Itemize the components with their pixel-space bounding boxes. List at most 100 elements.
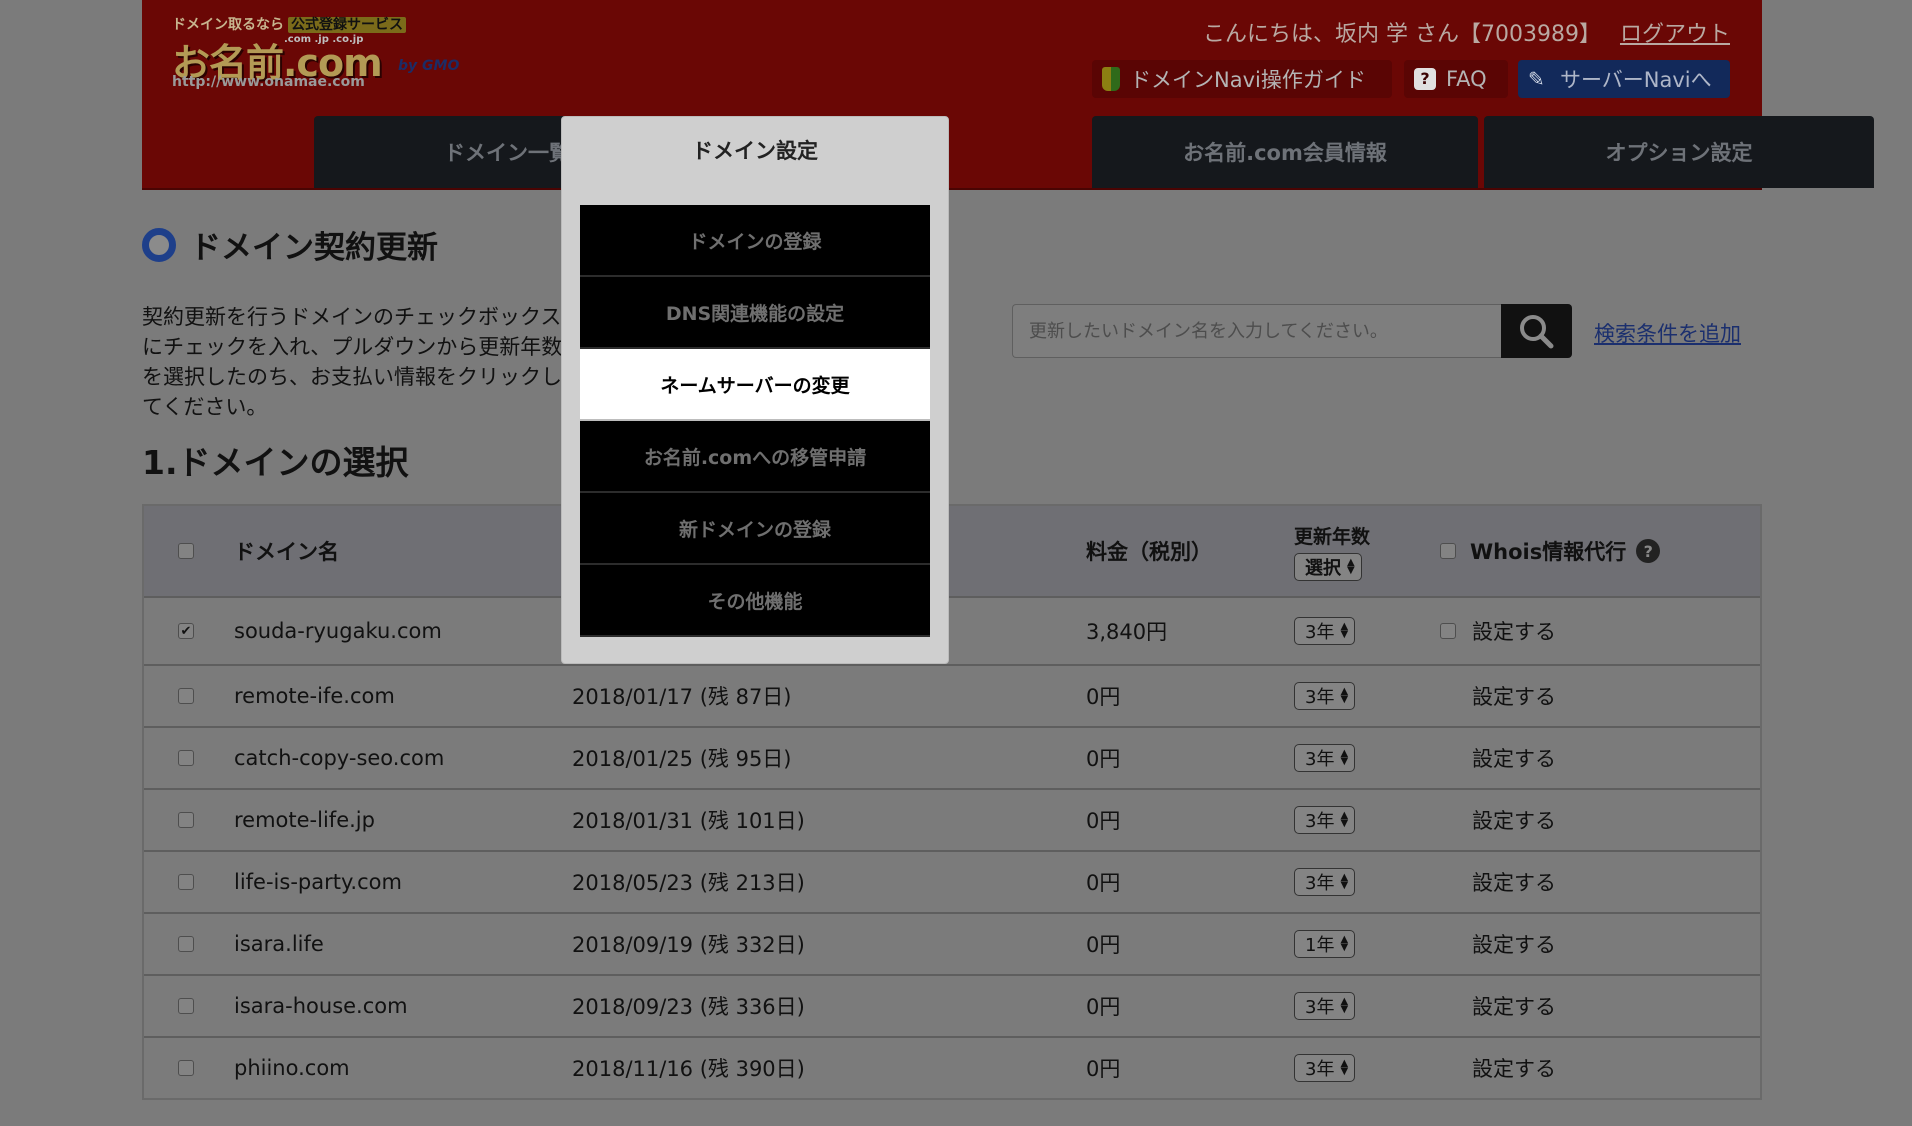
fee-amount: 0円 — [1086, 685, 1121, 709]
domain-search-input[interactable] — [1012, 304, 1501, 358]
fee-amount: 3,840円 — [1086, 620, 1168, 644]
whois-setting[interactable]: 設定する — [1472, 1038, 1556, 1098]
row-checkbox[interactable] — [178, 812, 194, 828]
menu-item-other-functions[interactable]: その他機能 — [580, 565, 930, 637]
years-select[interactable]: 3年 ▲ ▼ — [1294, 806, 1356, 834]
tab-member-info[interactable]: お名前.com会員情報 — [1092, 116, 1478, 188]
table-body: ✔ souda-ryugaku.com 3,840円 3年 ▲ ▼ 設定する remote-i… — [144, 598, 1760, 1098]
row-select-cell — [178, 666, 194, 726]
whois-setting[interactable]: 設定する — [1472, 598, 1556, 664]
years-select-all-value: 選択 — [1305, 557, 1341, 579]
domain-name: remote-life.jp — [234, 808, 375, 832]
menu-item-domain-register[interactable]: ドメインの登録 — [580, 205, 930, 277]
page: ドメイン取るなら 公式登録サービス お名前.com .com .jp .co.jp… — [0, 0, 1912, 1126]
whois-all-checkbox[interactable] — [1440, 543, 1456, 559]
table-header: ドメイン名 料金（税別） 更新年数 選択 ▲ ▼ Whois情報代行 ? — [144, 506, 1760, 598]
years-value: 3年 — [1305, 873, 1335, 894]
years-select[interactable]: 3年 ▲ ▼ — [1294, 744, 1356, 772]
select-arrows-icon: ▲ ▼ — [1340, 872, 1349, 891]
column-years-label: 更新年数 — [1294, 525, 1371, 548]
expiry-date: 2018/01/17 (残 87日) — [572, 685, 792, 709]
whois-setting[interactable]: 設定する — [1472, 790, 1556, 850]
whois-setting[interactable]: 設定する — [1472, 852, 1556, 912]
onamae-logo[interactable]: ドメイン取るなら 公式登録サービス お名前.com .com .jp .co.jp… — [172, 14, 472, 90]
years-select[interactable]: 3年 ▲ ▼ — [1294, 682, 1356, 710]
server-navi-button[interactable]: ✎ サーバーNaviへ — [1518, 60, 1730, 98]
fee-amount: 0円 — [1086, 871, 1121, 895]
years-cell: 3年 ▲ ▼ — [1294, 728, 1356, 788]
whois-setting[interactable]: 設定する — [1472, 666, 1556, 726]
row-select-cell: ✔ — [178, 598, 194, 664]
radio-bullet-icon — [142, 227, 176, 262]
years-cell: 3年 ▲ ▼ — [1294, 790, 1356, 850]
table-row: life-is-party.com 2018/05/23 (残 213日) 0円 3年… — [144, 852, 1760, 914]
years-select-all[interactable]: 選択 ▲ ▼ — [1294, 552, 1362, 581]
menu-item-new-domain[interactable]: 新ドメインの登録 — [580, 493, 930, 565]
expiry-date: 2018/05/23 (残 213日) — [572, 871, 805, 895]
menu-item-nameserver-change[interactable]: ネームサーバーの変更 — [580, 349, 930, 421]
domain-name: phiino.com — [234, 1056, 350, 1080]
table-row: remote-ife.com 2018/01/17 (残 87日) 0円 3年 ▲ ▼ 設定… — [144, 666, 1760, 728]
whois-checkbox-cell — [1440, 598, 1456, 664]
logout-link[interactable]: ログアウト — [1620, 22, 1730, 47]
menu-item-dns-settings[interactable]: DNS関連機能の設定 — [580, 277, 930, 349]
years-select[interactable]: 3年 ▲ ▼ — [1294, 992, 1356, 1020]
tab-domain-settings-label: ドメイン設定 — [692, 139, 818, 163]
years-select[interactable]: 1年 ▲ ▼ — [1294, 930, 1356, 958]
column-years: 更新年数 選択 ▲ ▼ — [1294, 506, 1370, 596]
menu-item-transfer-request[interactable]: お名前.comへの移管申請 — [580, 421, 930, 493]
table-row: isara-house.com 2018/09/23 (残 336日) 0円 3年 ▲ ▼… — [144, 976, 1760, 1038]
select-arrows-icon: ▲ ▼ — [1340, 621, 1349, 640]
row-select-cell — [178, 914, 194, 974]
domain-name: isara-house.com — [234, 994, 408, 1018]
years-cell: 1年 ▲ ▼ — [1294, 914, 1356, 974]
select-arrows-icon: ▲ ▼ — [1340, 810, 1349, 829]
row-checkbox[interactable]: ✔ — [178, 623, 194, 639]
whois-setting[interactable]: 設定する — [1472, 914, 1556, 974]
search-button[interactable] — [1500, 304, 1572, 358]
page-title: ドメイン契約更新 — [142, 222, 438, 267]
select-arrows-icon: ▲ ▼ — [1340, 1058, 1349, 1077]
step-title: 1.ドメインの選択 — [142, 443, 409, 482]
years-cell: 3年 ▲ ▼ — [1294, 598, 1356, 664]
fee-amount: 0円 — [1086, 933, 1121, 957]
whois-setting[interactable]: 設定する — [1472, 976, 1556, 1036]
row-checkbox[interactable] — [178, 874, 194, 890]
table-row: isara.life 2018/09/19 (残 332日) 0円 1年 ▲ ▼ 設定する — [144, 914, 1760, 976]
domain-table: ドメイン名 料金（税別） 更新年数 選択 ▲ ▼ Whois情報代行 ? ✔ sou… — [142, 504, 1762, 1100]
row-checkbox[interactable] — [178, 936, 194, 952]
add-search-condition-link[interactable]: 検索条件を追加 — [1594, 318, 1741, 348]
navi-guide-button[interactable]: ドメインNavi操作ガイド — [1092, 60, 1392, 98]
row-checkbox[interactable] — [178, 998, 194, 1014]
column-fee: 料金（税別） — [1086, 540, 1212, 564]
logo-tlds: .com .jp .co.jp — [284, 34, 364, 45]
select-all-checkbox[interactable] — [178, 543, 194, 559]
help-icon[interactable]: ? — [1636, 539, 1661, 563]
tab-option-settings[interactable]: オプション設定 — [1484, 116, 1874, 188]
tab-domain-settings[interactable]: ドメイン設定 ドメインの登録 DNS関連機能の設定 ネームサーバーの変更 お名前… — [561, 116, 949, 664]
years-select[interactable]: 3年 ▲ ▼ — [1294, 868, 1356, 896]
faq-button[interactable]: ? FAQ — [1404, 60, 1508, 98]
domain-name: remote-ife.com — [234, 684, 395, 708]
years-cell: 3年 ▲ ▼ — [1294, 976, 1356, 1036]
row-select-cell — [178, 976, 194, 1036]
years-select[interactable]: 3年 ▲ ▼ — [1294, 617, 1356, 645]
wrench-icon: ✎ — [1528, 67, 1545, 91]
years-cell: 3年 ▲ ▼ — [1294, 852, 1356, 912]
row-select-cell — [178, 728, 194, 788]
whois-setting[interactable]: 設定する — [1472, 728, 1556, 788]
select-arrows-icon: ▲ ▼ — [1340, 748, 1349, 767]
expiry-date: 2018/11/16 (残 390日) — [572, 1057, 805, 1081]
domain-name: catch-copy-seo.com — [234, 746, 445, 770]
table-row: remote-life.jp 2018/01/31 (残 101日) 0円 3年 ▲ ▼ 設… — [144, 790, 1760, 852]
years-select[interactable]: 3年 ▲ ▼ — [1294, 1054, 1356, 1082]
navi-guide-label: ドメインNavi操作ガイド — [1130, 68, 1366, 92]
row-checkbox[interactable] — [178, 688, 194, 704]
row-checkbox[interactable] — [178, 750, 194, 766]
main-nav-tabs: ドメイン一覧 お名前.com会員情報 オプション設定 — [314, 116, 1874, 188]
row-checkbox[interactable] — [178, 1060, 194, 1076]
whois-checkbox[interactable] — [1440, 623, 1456, 639]
select-all-cell — [178, 506, 194, 596]
fee-amount: 0円 — [1086, 747, 1121, 771]
row-select-cell — [178, 790, 194, 850]
